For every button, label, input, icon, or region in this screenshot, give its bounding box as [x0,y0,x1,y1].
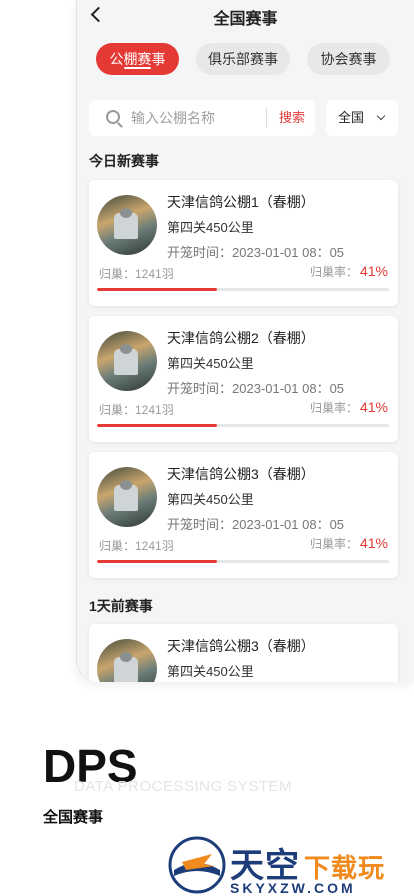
return-rate: 归巢率： 41% [310,399,388,416]
return-rate: 归巢率： 41% [310,263,388,280]
tab-club[interactable]: 俱乐部赛事 [196,43,290,75]
race-name: 天津信鸽公棚1（春棚） [167,194,315,210]
race-name: 天津信鸽公棚2（春棚） [167,330,315,346]
nav-bar: 全国赛事 [77,0,414,34]
race-start-time: 开笼时间：2023-01-01 08：05 [167,245,345,260]
tab-association[interactable]: 协会赛事 [307,43,390,75]
search-input[interactable] [131,100,261,136]
return-rate-value: 41% [359,263,388,279]
returned-count: 归巢：1241羽 [99,539,174,553]
brand-watermark: 天空 下载玩 SKYXZW.COM [168,836,414,896]
return-rate-value: 41% [359,399,388,415]
return-rate-label: 归巢率： [309,401,358,415]
search-icon [106,110,120,124]
pigeon-avatar [97,639,157,682]
race-card[interactable]: 天津信鸽公棚1（春棚） 第四关450公里 开笼时间：2023-01-01 08：… [89,180,398,306]
race-start-time: 开笼时间：2023-01-01 08：05 [167,517,345,532]
tab-bar: 公棚赛事 俱乐部赛事 协会赛事 [77,34,414,86]
search-box: 搜索 [89,100,315,136]
search-row: 搜索 全国 [77,92,414,140]
brand-url: SKYXZW.COM [230,880,356,896]
dps-logo-subtitle: DATA PROCESSING SYSTEM [74,778,292,795]
return-progress-bar [97,560,389,563]
region-filter-label: 全国 [338,110,365,125]
race-card[interactable]: 天津信鸽公棚2（春棚） 第四关450公里 开笼时间：2023-01-01 08：… [89,316,398,442]
return-progress-fill [97,560,217,563]
return-progress-fill [97,424,217,427]
returned-count: 归巢：1241羽 [99,267,174,281]
brand-name-accent: 下载玩 [304,853,386,883]
return-rate-value: 41% [359,535,388,551]
region-filter[interactable]: 全国 [326,100,398,136]
page-title: 全国赛事 [213,11,278,28]
return-rate-label: 归巢率： [309,537,358,551]
race-name: 天津信鸽公棚3（春棚） [167,466,315,482]
app-screen: 全国赛事 公棚赛事 俱乐部赛事 协会赛事 搜索 全国 今日新赛事 天津信鸽公棚1… [76,0,414,682]
search-button[interactable]: 搜索 [269,100,315,136]
race-distance: 第四关450公里 [167,220,254,235]
pigeon-avatar [97,195,157,255]
race-distance: 第四关450公里 [167,356,254,371]
return-progress-bar [97,424,389,427]
tab-public-loft[interactable]: 公棚赛事 [96,43,179,75]
search-divider [266,108,267,128]
race-distance: 第四关450公里 [167,492,254,507]
race-distance: 第四关450公里 [167,664,254,679]
section-title-yesterday: 1天前赛事 [89,598,153,614]
pigeon-avatar [97,467,157,527]
promo-caption: 全国赛事 [43,809,104,826]
pigeon-avatar [97,331,157,391]
race-card[interactable]: 天津信鸽公棚3（春棚） 第四关450公里 [89,624,398,682]
race-name: 天津信鸽公棚3（春棚） [167,638,315,654]
returned-count: 归巢：1241羽 [99,403,174,417]
return-rate: 归巢率： 41% [310,535,388,552]
chevron-down-icon [376,111,386,121]
return-progress-bar [97,288,389,291]
section-title-today: 今日新赛事 [89,153,159,169]
brand-logo-icon [168,836,226,894]
race-card[interactable]: 天津信鸽公棚3（春棚） 第四关450公里 开笼时间：2023-01-01 08：… [89,452,398,578]
return-rate-label: 归巢率： [309,265,358,279]
race-start-time: 开笼时间：2023-01-01 08：05 [167,381,345,396]
return-progress-fill [97,288,217,291]
